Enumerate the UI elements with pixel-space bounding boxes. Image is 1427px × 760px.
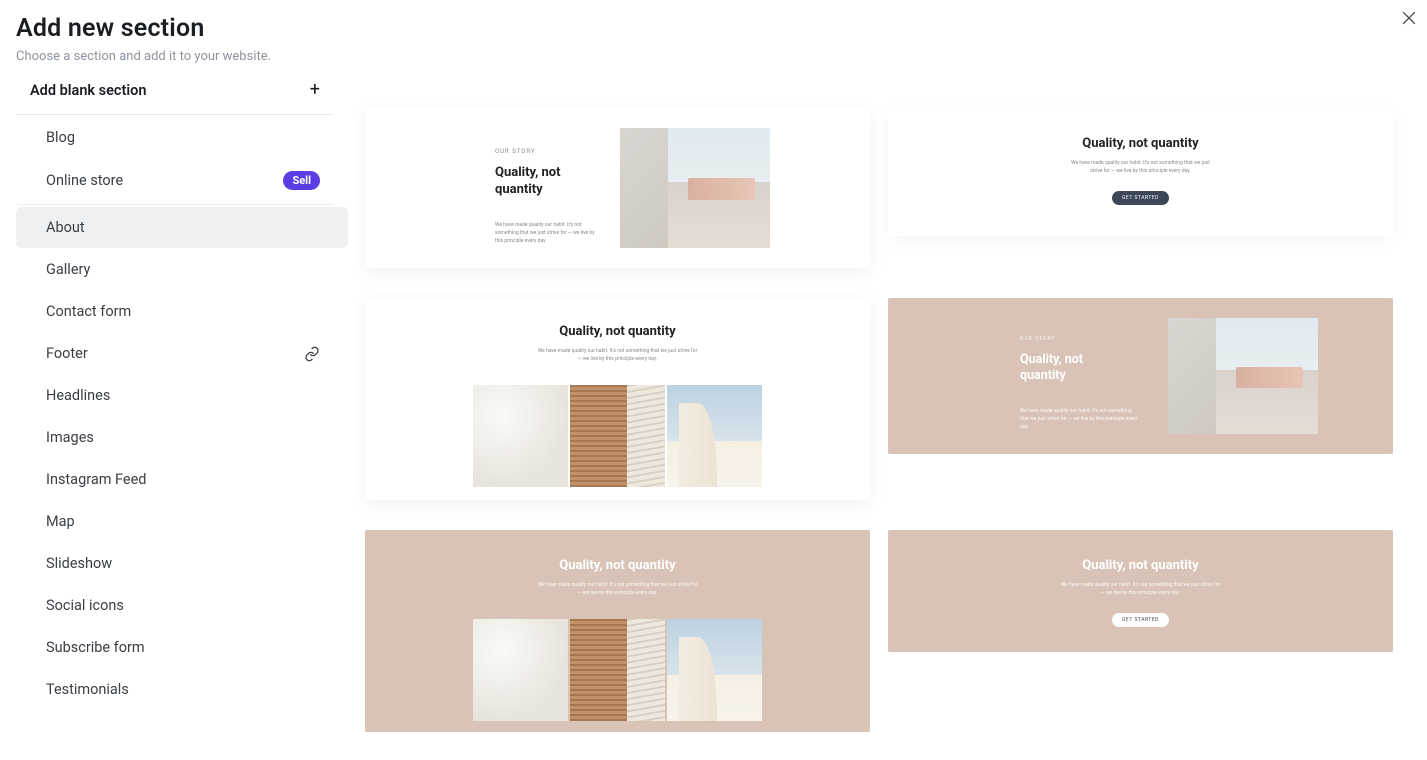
template-image [570, 619, 665, 721]
template-title: Quality, not quantity [495, 165, 585, 199]
sidebar-item-images[interactable]: Images [16, 417, 350, 458]
template-image [473, 385, 568, 487]
close-icon[interactable] [1399, 8, 1419, 28]
sidebar-item-testimonials[interactable]: Testimonials [16, 669, 350, 710]
template-card-6[interactable]: Quality, not quantity We have made quali… [888, 530, 1393, 652]
template-button: GET STARTED [1112, 613, 1169, 627]
divider [16, 204, 334, 205]
sidebar-item-label: Map [46, 513, 75, 530]
sidebar-item-label: Contact form [46, 303, 131, 320]
sidebar-item-slideshow[interactable]: Slideshow [16, 543, 350, 584]
add-blank-label: Add blank section [30, 82, 146, 99]
divider [16, 114, 334, 115]
template-body: We have made quality our habit. It's not… [538, 581, 698, 597]
sidebar-item-label: Online store [46, 172, 123, 189]
sidebar-item-map[interactable]: Map [16, 501, 350, 542]
sidebar-item-label: About [46, 219, 85, 236]
sidebar-item-subscribe-form[interactable]: Subscribe form [16, 627, 350, 668]
template-body: We have made quality our habit. It's not… [1020, 407, 1140, 431]
sidebar-item-label: Footer [46, 345, 88, 362]
plus-icon: + [310, 81, 320, 99]
template-body: We have made quality our habit. It's not… [1066, 159, 1216, 175]
template-title: Quality, not quantity [365, 324, 870, 339]
sidebar-item-social-icons[interactable]: Social icons [16, 585, 350, 626]
sidebar-item-headlines[interactable]: Headlines [16, 375, 350, 416]
sidebar-item-label: Social icons [46, 597, 124, 614]
sidebar-item-label: Subscribe form [46, 639, 145, 656]
sidebar-item-label: Images [46, 429, 94, 446]
page-subtitle: Choose a section and add it to your webs… [16, 49, 1411, 64]
sell-badge: Sell [283, 171, 320, 190]
sidebar-item-label: Blog [46, 129, 75, 146]
template-card-3[interactable]: Quality, not quantity We have made quali… [365, 298, 870, 500]
sidebar-item-label: Slideshow [46, 555, 112, 572]
template-image [1168, 318, 1318, 434]
sidebar-item-label: Gallery [46, 261, 90, 278]
sidebar-item-about[interactable]: About [16, 207, 348, 248]
template-card-4[interactable]: OUR STORY Quality, not quantity We have … [888, 298, 1393, 454]
template-title: Quality, not quantity [888, 136, 1393, 151]
template-card-1[interactable]: OUR STORY Quality, not quantity We have … [365, 108, 870, 268]
template-eyebrow: OUR STORY [1020, 336, 1158, 342]
template-title: Quality, not quantity [365, 558, 870, 573]
template-body: We have made quality our habit. It's not… [538, 347, 698, 363]
sidebar-item-instagram-feed[interactable]: Instagram Feed [16, 459, 350, 500]
sidebar-item-online-store[interactable]: Online store Sell [16, 159, 350, 202]
page-title: Add new section [16, 14, 1411, 43]
template-title: Quality, not quantity [888, 558, 1393, 573]
template-card-2[interactable]: Quality, not quantity We have made quali… [888, 108, 1393, 236]
template-title: Quality, not quantity [1020, 352, 1100, 385]
template-body: We have made quality our habit. It's not… [1061, 581, 1221, 597]
template-card-5[interactable]: Quality, not quantity We have made quali… [365, 530, 870, 732]
template-button: GET STARTED [1112, 191, 1169, 205]
sidebar-item-contact-form[interactable]: Contact form [16, 291, 350, 332]
sidebar-item-footer[interactable]: Footer [16, 333, 350, 374]
template-body: We have made quality our habit. It's not… [495, 221, 600, 245]
template-image [667, 385, 762, 487]
sidebar-item-gallery[interactable]: Gallery [16, 249, 350, 290]
add-blank-section[interactable]: Add blank section + [0, 68, 350, 112]
sidebar-item-blog[interactable]: Blog [16, 117, 350, 158]
template-image [620, 128, 770, 248]
template-gallery[interactable]: OUR STORY Quality, not quantity We have … [350, 68, 1427, 758]
template-image [667, 619, 762, 721]
sidebar-item-label: Instagram Feed [46, 471, 146, 488]
link-icon [304, 346, 320, 362]
template-image [473, 619, 568, 721]
template-eyebrow: OUR STORY [495, 148, 600, 155]
sidebar-item-label: Testimonials [46, 681, 129, 698]
sidebar[interactable]: Add blank section + Blog Online store Se… [0, 68, 350, 758]
sidebar-item-label: Headlines [46, 387, 110, 404]
template-image [570, 385, 665, 487]
